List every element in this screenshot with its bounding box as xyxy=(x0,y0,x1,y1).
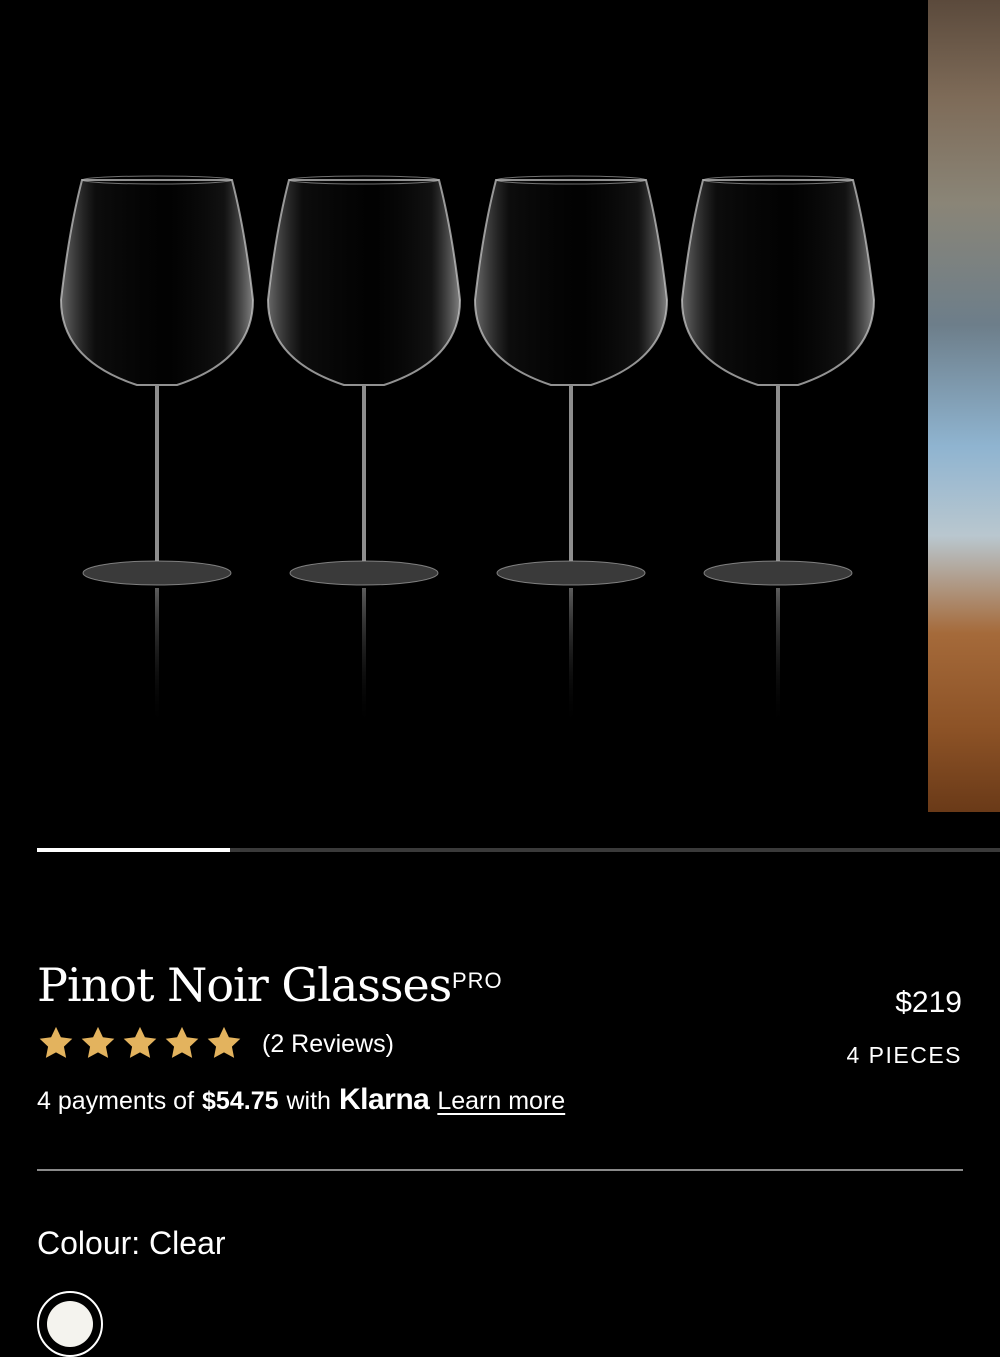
wine-glass xyxy=(473,175,669,728)
next-product-image-peek[interactable] xyxy=(928,0,1000,812)
product-pieces: 4 PIECES xyxy=(846,1042,962,1068)
star-icon xyxy=(207,1026,241,1058)
wine-glass xyxy=(680,175,876,728)
klarna-payment-info: 4 payments of $54.75 with Klarna Learn m… xyxy=(37,1083,565,1117)
wine-glass xyxy=(59,175,255,728)
product-price: $219 xyxy=(895,986,962,1019)
divider xyxy=(37,1169,963,1171)
learn-more-link[interactable]: Learn more xyxy=(437,1087,565,1116)
colour-swatch-fill xyxy=(47,1301,93,1347)
star-icon xyxy=(39,1026,73,1058)
star-icon xyxy=(123,1026,157,1058)
colour-label: Colour: Clear xyxy=(37,1225,226,1261)
wine-glass xyxy=(266,175,462,728)
product-badge: PRO xyxy=(452,968,503,993)
product-image-wine-glasses[interactable] xyxy=(0,0,926,812)
gallery-progress-bar xyxy=(37,848,1000,852)
rating-stars[interactable] xyxy=(37,1024,243,1062)
colour-swatch-clear[interactable] xyxy=(37,1291,103,1357)
star-icon xyxy=(165,1026,199,1058)
product-gallery[interactable] xyxy=(0,0,1000,812)
payment-amount: $54.75 xyxy=(202,1087,279,1115)
product-title: Pinot Noir Glasses xyxy=(37,958,452,1012)
payment-prefix: 4 payments of xyxy=(37,1087,195,1115)
payment-with: with xyxy=(286,1087,331,1115)
star-icon xyxy=(81,1026,115,1058)
reviews-link[interactable]: (2 Reviews) xyxy=(262,1030,394,1059)
gallery-progress-fill xyxy=(37,848,230,852)
klarna-logo: Klarna xyxy=(338,1083,430,1116)
